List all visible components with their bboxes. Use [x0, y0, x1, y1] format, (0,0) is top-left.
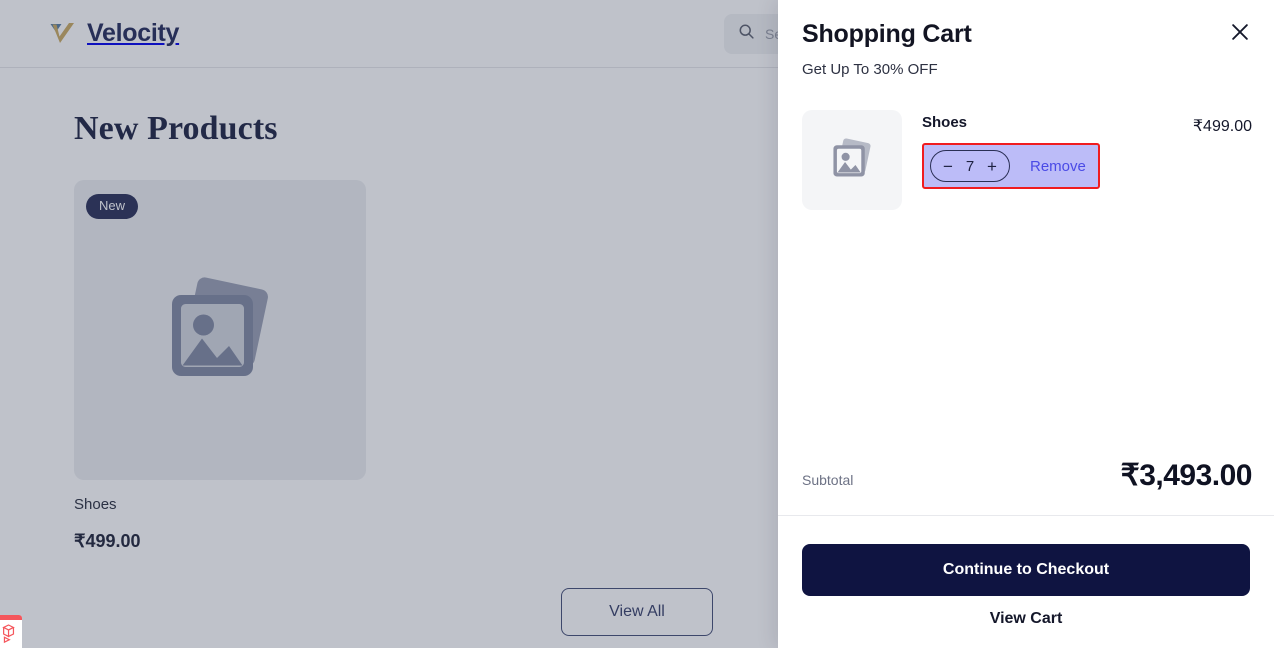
continue-to-checkout-button[interactable]: Continue to Checkout — [802, 544, 1250, 596]
cart-line-item: Shoes − 7 + Remove ₹499.00 — [802, 110, 1252, 210]
quantity-decrement-button[interactable]: − — [935, 153, 961, 179]
laravel-logo-icon — [0, 620, 22, 648]
corner-dev-widget[interactable] — [0, 615, 22, 648]
image-placeholder-icon — [823, 129, 881, 192]
quantity-increment-button[interactable]: + — [979, 153, 1005, 179]
quantity-stepper[interactable]: − 7 + — [930, 150, 1010, 182]
shopping-cart-drawer: Shopping Cart Get Up To 30% OFF — [778, 0, 1274, 648]
cart-item-name: Shoes — [922, 114, 1173, 131]
close-icon[interactable] — [1226, 18, 1254, 46]
cart-item-price: ₹499.00 — [1193, 110, 1252, 136]
cart-item-list: Shoes − 7 + Remove ₹499.00 — [778, 78, 1274, 458]
subtotal-row: Subtotal ₹3,493.00 — [778, 458, 1274, 515]
cart-item-thumbnail[interactable] — [802, 110, 902, 210]
cart-title: Shopping Cart — [802, 20, 1252, 49]
subtotal-value: ₹3,493.00 — [1121, 458, 1252, 493]
cart-footer: Continue to Checkout View Cart — [778, 515, 1274, 648]
cart-subtitle: Get Up To 30% OFF — [802, 61, 1252, 78]
cart-item-details: Shoes − 7 + Remove — [922, 110, 1173, 189]
view-cart-link[interactable]: View Cart — [802, 610, 1250, 628]
modal-overlay-scrim[interactable] — [0, 0, 778, 648]
remove-item-button[interactable]: Remove — [1026, 158, 1090, 175]
quantity-value: 7 — [961, 158, 979, 175]
quantity-and-remove-highlight: − 7 + Remove — [922, 143, 1100, 189]
cart-header: Shopping Cart Get Up To 30% OFF — [778, 0, 1274, 78]
subtotal-label: Subtotal — [802, 472, 853, 488]
